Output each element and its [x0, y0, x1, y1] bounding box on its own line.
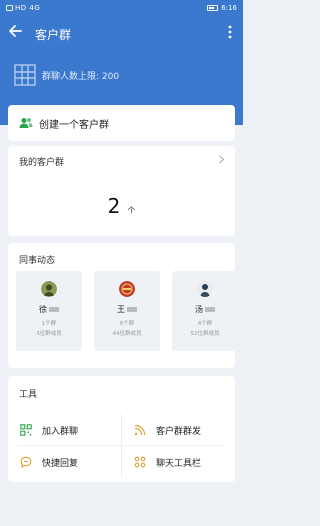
- qr-code-icon: [20, 424, 32, 436]
- quick-reply-label: 快捷回复: [42, 458, 79, 469]
- chat-bubble-icon: [20, 456, 32, 468]
- carrier-text: HD 4G: [15, 4, 41, 12]
- colleague-group-count: 1个群: [41, 321, 57, 327]
- group-limit-banner: 群聊人数上限: 200: [14, 64, 119, 86]
- toolbar-icon: [134, 456, 146, 468]
- colleague-group-count: 4个群: [197, 321, 213, 327]
- group-count-number: 2: [107, 194, 121, 218]
- colleague-dynamics-card: 同事动态 徐 1个群 3位群成员 王 8个群 44位群成员 汤 4个群 52位群…: [8, 243, 235, 368]
- clock: 6:16: [221, 4, 237, 12]
- broadcast-tool[interactable]: 客户群群发: [134, 416, 201, 444]
- colleague-card[interactable]: 徐 1个群 3位群成员: [16, 271, 82, 351]
- signal-indicators: HD 4G: [6, 4, 40, 12]
- add-users-icon: [19, 118, 33, 128]
- redacted-block: [127, 307, 137, 312]
- status-right: 6:16: [207, 4, 237, 12]
- broadcast-icon: [134, 424, 146, 436]
- dynamics-title: 同事动态: [19, 256, 56, 266]
- colleague-name-text: 徐: [39, 305, 47, 314]
- status-bar: HD 4G 6:16: [0, 0, 243, 16]
- arrow-left-icon[interactable]: [8, 23, 24, 39]
- group-count-unit: 个: [127, 206, 136, 215]
- create-group-button[interactable]: 创建一个客户群: [8, 105, 235, 141]
- avatar: [119, 281, 135, 297]
- avatar: [41, 281, 57, 297]
- join-group-label: 加入群聊: [42, 426, 79, 437]
- avatar: [197, 281, 213, 297]
- group-limit-text: 群聊人数上限: 200: [42, 71, 120, 82]
- colleague-name: 汤: [172, 304, 235, 315]
- colleague-member-count: 3位群成员: [36, 331, 62, 337]
- grid-icon: [14, 64, 36, 86]
- nav-bar: 客户群: [0, 20, 243, 46]
- colleague-name-text: 王: [117, 305, 125, 314]
- quick-reply-tool[interactable]: 快捷回复: [20, 448, 78, 476]
- colleague-list: 徐 1个群 3位群成员 王 8个群 44位群成员 汤 4个群 52位群成员: [16, 271, 235, 351]
- my-groups-count: 2 个: [8, 194, 235, 218]
- divider: [18, 445, 225, 446]
- tools-card: 工具 加入群聊 客户群群发 快捷回复 聊天工具栏: [8, 376, 235, 482]
- broadcast-label: 客户群群发: [156, 426, 202, 437]
- tools-title: 工具: [19, 390, 38, 400]
- colleague-name-text: 汤: [195, 305, 203, 314]
- colleague-name: 徐: [16, 304, 82, 315]
- colleague-member-count: 44位群成员: [112, 331, 142, 337]
- colleague-group-count: 8个群: [119, 321, 135, 327]
- my-groups-title: 我的客户群: [19, 158, 65, 168]
- my-groups-card[interactable]: 我的客户群 2 个: [8, 146, 235, 236]
- colleague-card[interactable]: 王 8个群 44位群成员: [94, 271, 160, 351]
- sim-icon: [6, 5, 13, 11]
- redacted-block: [205, 307, 215, 312]
- colleague-name: 王: [94, 304, 160, 315]
- chat-toolbar-tool[interactable]: 聊天工具栏: [134, 448, 201, 476]
- battery-icon: [207, 5, 219, 11]
- more-vertical-icon[interactable]: [225, 24, 235, 40]
- redacted-block: [49, 307, 59, 312]
- join-group-tool[interactable]: 加入群聊: [20, 416, 78, 444]
- create-group-label: 创建一个客户群: [39, 119, 109, 131]
- colleague-card[interactable]: 汤 4个群 52位群成员: [172, 271, 235, 351]
- colleague-member-count: 52位群成员: [190, 331, 220, 337]
- divider: [121, 414, 122, 478]
- chat-toolbar-label: 聊天工具栏: [156, 458, 202, 469]
- page-title: 客户群: [35, 28, 72, 42]
- chevron-right-icon: [219, 155, 225, 164]
